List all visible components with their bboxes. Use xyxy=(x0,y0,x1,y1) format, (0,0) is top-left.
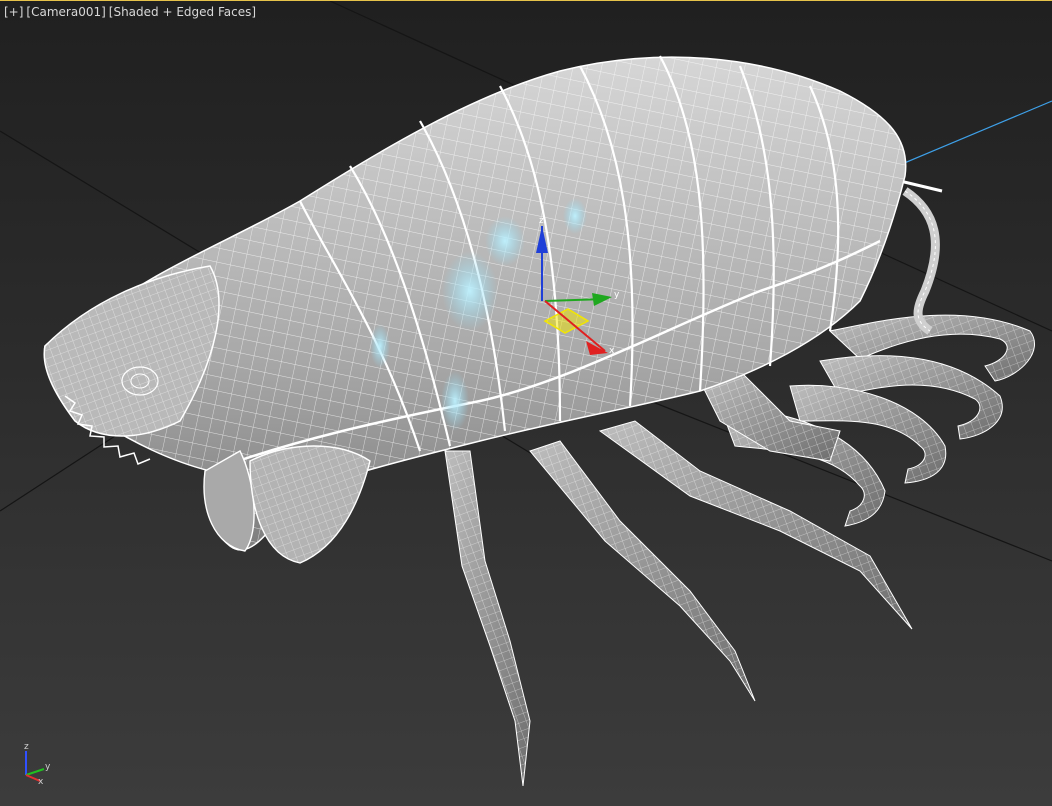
gizmo-label-z: z xyxy=(539,216,544,226)
viewport-shading-menu[interactable]: [Shaded + Edged Faces] xyxy=(109,5,256,19)
antenna-back xyxy=(899,179,943,335)
camera-viewport[interactable]: [+] [Camera001] [Shaded + Edged Faces] z… xyxy=(0,0,1052,806)
gizmo-label-y: y xyxy=(614,290,620,300)
viewport-scene[interactable]: z y x xyxy=(0,1,1052,806)
leg-front-1[interactable] xyxy=(444,450,531,787)
uropod-lobes[interactable] xyxy=(203,445,371,564)
viewport-menu-plus[interactable]: [+] xyxy=(4,5,23,19)
tripod-axis-y xyxy=(25,768,45,776)
tripod-label-y: y xyxy=(45,762,51,772)
viewport-camera-menu[interactable]: [Camera001] xyxy=(26,5,105,19)
viewport-label-bar: [+] [Camera001] [Shaded + Edged Faces] xyxy=(4,5,256,19)
leg-front-3[interactable] xyxy=(598,420,913,630)
gizmo-label-x: x xyxy=(609,346,615,356)
tripod-label-z: z xyxy=(24,742,29,752)
view-axis-tripod: z y x xyxy=(24,742,51,785)
tripod-label-x: x xyxy=(38,777,44,785)
